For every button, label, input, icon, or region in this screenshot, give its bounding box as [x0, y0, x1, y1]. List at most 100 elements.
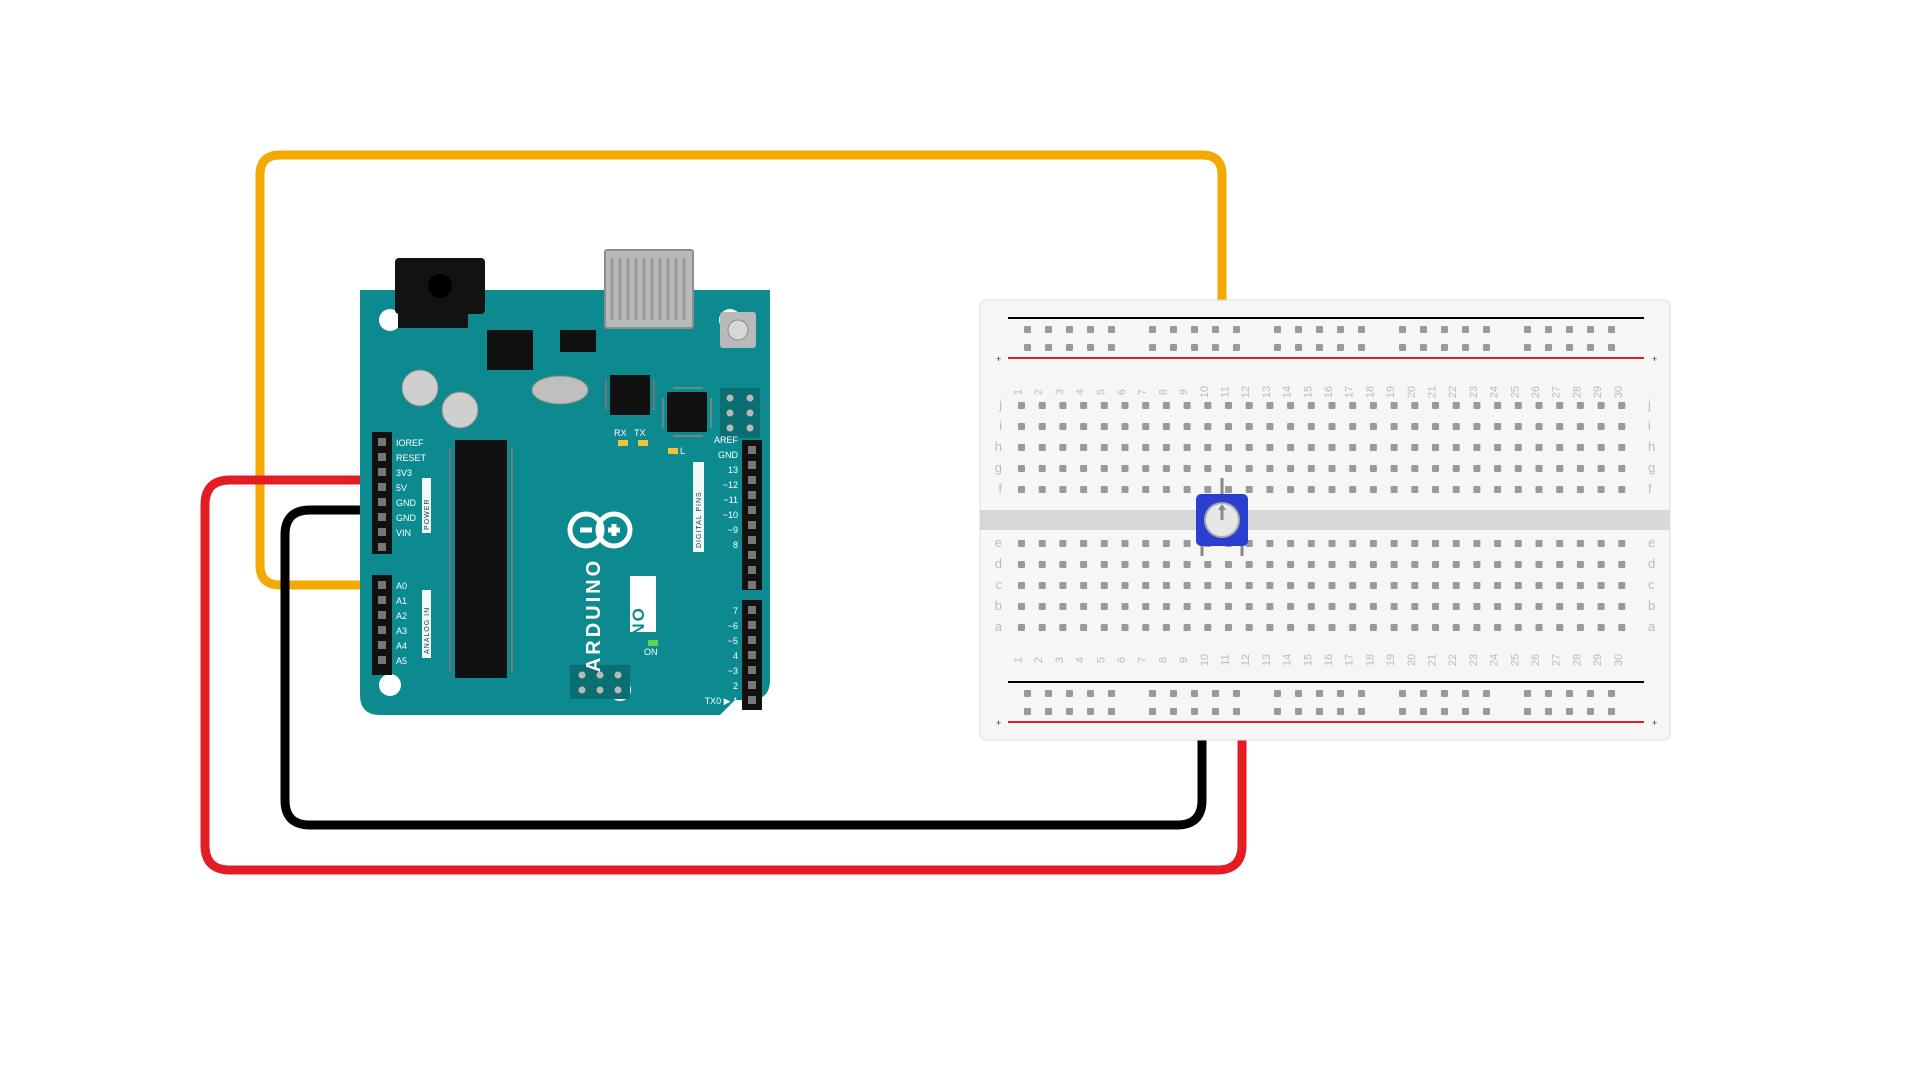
col-num: 13 [1261, 654, 1273, 666]
row-label: d [995, 556, 1002, 571]
svg-text:L: L [680, 446, 685, 456]
tie-point [1349, 624, 1356, 631]
tie-point [1039, 540, 1046, 547]
tie-point [1432, 444, 1439, 451]
tie-point [1349, 561, 1356, 568]
rail-hole [1483, 344, 1490, 351]
tie-point [1453, 465, 1460, 472]
tie-point [1101, 582, 1108, 589]
tie-point [1266, 423, 1273, 430]
tie-point [1411, 603, 1418, 610]
tie-point [1515, 444, 1522, 451]
tie-point [1163, 582, 1170, 589]
row-label: i [999, 418, 1002, 433]
col-num: 29 [1592, 654, 1604, 666]
rail-hole [1087, 708, 1094, 715]
rail-hole [1358, 326, 1365, 333]
svg-text:GND: GND [718, 450, 739, 460]
tie-point [1515, 561, 1522, 568]
tie-point [1536, 624, 1543, 631]
tie-point [1101, 465, 1108, 472]
rail-hole [1337, 708, 1344, 715]
tie-point [1225, 423, 1232, 430]
tie-point [1494, 423, 1501, 430]
col-num: 14 [1282, 386, 1294, 398]
tie-point [1142, 540, 1149, 547]
tie-point [1266, 402, 1273, 409]
tie-point [1308, 486, 1315, 493]
tie-point [1308, 465, 1315, 472]
tie-point [1204, 603, 1211, 610]
tie-point [1287, 423, 1294, 430]
tie-point [1370, 402, 1377, 409]
tie-point [1618, 582, 1625, 589]
tie-point [1432, 561, 1439, 568]
tie-point [1411, 486, 1418, 493]
rail-hole [1566, 344, 1573, 351]
col-num: 17 [1344, 654, 1356, 666]
tie-point [1018, 624, 1025, 631]
tie-point [1018, 444, 1025, 451]
tie-point [1577, 465, 1584, 472]
tie-point [1473, 423, 1480, 430]
rail-hole [1274, 708, 1281, 715]
tie-point [1391, 444, 1398, 451]
rail-hole [1545, 708, 1552, 715]
tie-point [1018, 465, 1025, 472]
col-num: 10 [1199, 386, 1211, 398]
tie-point [1308, 624, 1315, 631]
tie-point [1018, 561, 1025, 568]
tie-point [1184, 582, 1191, 589]
tie-point [1246, 444, 1253, 451]
tie-point [1349, 603, 1356, 610]
row-label: c [1648, 577, 1655, 592]
rail-hole [1441, 690, 1448, 697]
tie-point [1225, 444, 1232, 451]
svg-text:A0: A0 [396, 581, 407, 591]
col-num: 12 [1240, 386, 1252, 398]
tie-point [1473, 486, 1480, 493]
rail-hole [1295, 690, 1302, 697]
tie-point [1494, 561, 1501, 568]
tie-point [1266, 465, 1273, 472]
row-label: g [1648, 460, 1655, 475]
row-label: e [1648, 535, 1655, 550]
rail-hole [1233, 326, 1240, 333]
tie-point [1453, 624, 1460, 631]
tie-point [1225, 561, 1232, 568]
row-label: f [998, 481, 1002, 496]
tie-point [1287, 603, 1294, 610]
tie-point [1432, 582, 1439, 589]
rail-hole [1337, 326, 1344, 333]
rail-hole [1608, 690, 1615, 697]
rail-hole [1441, 326, 1448, 333]
rail-hole [1108, 690, 1115, 697]
svg-text:5V: 5V [396, 483, 407, 493]
rail-hole [1316, 690, 1323, 697]
col-num: 19 [1385, 654, 1397, 666]
tie-point [1246, 486, 1253, 493]
tie-point [1453, 561, 1460, 568]
row-label: f [1648, 481, 1652, 496]
rail-hole [1399, 690, 1406, 697]
tie-point [1473, 465, 1480, 472]
icsp-header [720, 388, 760, 438]
rail-hole [1024, 708, 1031, 715]
tie-point [1432, 486, 1439, 493]
tie-point [1163, 444, 1170, 451]
tie-point [1473, 402, 1480, 409]
tie-point [1349, 486, 1356, 493]
arduino-uno-board: RX TX L ON IOREF RESET 3V3 5V GND GND VI… [360, 250, 770, 715]
tie-point [1039, 486, 1046, 493]
tie-point [1349, 582, 1356, 589]
tie-point [1246, 582, 1253, 589]
tie-point [1494, 582, 1501, 589]
tie-point [1059, 402, 1066, 409]
rail-hole [1233, 344, 1240, 351]
rail-hole [1462, 326, 1469, 333]
tie-point [1184, 465, 1191, 472]
tie-point [1246, 423, 1253, 430]
tie-point [1391, 582, 1398, 589]
tie-point [1598, 603, 1605, 610]
tie-point [1018, 423, 1025, 430]
